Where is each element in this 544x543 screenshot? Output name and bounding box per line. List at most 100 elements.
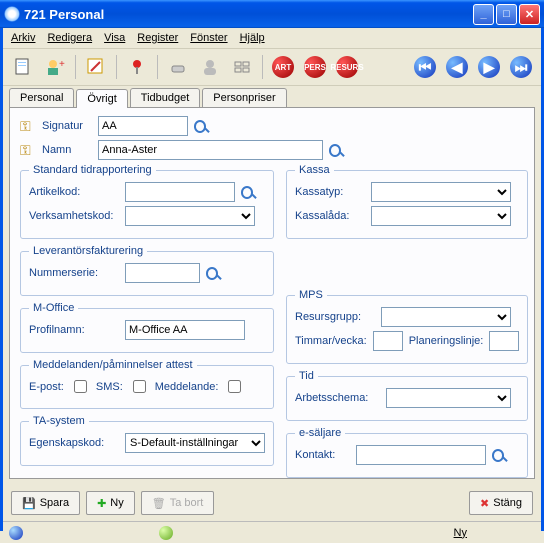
sms-label: SMS:: [96, 381, 123, 393]
egenskapskod-select[interactable]: S-Default-inställningar: [125, 433, 265, 453]
profilnamn-label: Profilnamn:: [29, 324, 119, 336]
edit-icon[interactable]: [82, 53, 110, 81]
status-dot-green: [159, 526, 173, 540]
kassatyp-select[interactable]: [371, 182, 511, 202]
planeringslinje-label: Planeringslinje:: [409, 335, 484, 347]
epost-checkbox[interactable]: [74, 380, 87, 393]
verksamhetskod-select[interactable]: [125, 206, 255, 226]
nummerserie-label: Nummerserie:: [29, 267, 119, 279]
eraser-icon[interactable]: [164, 53, 192, 81]
group-meddelanden: Meddelanden/påminnelser attest E-post: S…: [20, 359, 274, 409]
menu-fonster[interactable]: Fönster: [190, 32, 227, 44]
meddelande-label: Meddelande:: [155, 381, 219, 393]
legend-ta: TA-system: [29, 415, 89, 427]
tab-personpriser[interactable]: Personpriser: [202, 88, 286, 107]
group-tid: Tid Arbetsschema:: [286, 370, 528, 421]
arbetsschema-select[interactable]: [386, 388, 511, 408]
egenskapskod-label: Egenskapskod:: [29, 437, 119, 449]
resursgrupp-label: Resursgrupp:: [295, 311, 375, 323]
profilnamn-input[interactable]: [125, 320, 245, 340]
menu-hjalp[interactable]: Hjälp: [240, 32, 265, 44]
person-grey-icon[interactable]: [196, 53, 224, 81]
tab-content: ⚿ Signatur ⚿ Namn Standard tidrapporteri…: [9, 107, 535, 479]
namn-input[interactable]: [98, 140, 323, 160]
trash-icon: 🗑: [152, 497, 166, 510]
namn-search-icon[interactable]: [329, 141, 347, 159]
add-person-icon[interactable]: +: [41, 53, 69, 81]
legend-mps: MPS: [295, 289, 327, 301]
maximize-button[interactable]: □: [496, 4, 517, 25]
menu-arkiv[interactable]: Arkiv: [11, 32, 35, 44]
group-m-office: M-Office Profilnamn:: [20, 302, 274, 353]
nav-next-icon[interactable]: ▶: [475, 53, 503, 81]
verksamhetskod-label: Verksamhetskod:: [29, 210, 119, 222]
kassalada-label: Kassalåda:: [295, 210, 365, 222]
save-label: Spara: [40, 497, 69, 509]
badge-resurs[interactable]: RESURS: [333, 53, 361, 81]
group-leverantorsfakturering: Leverantörsfakturering Nummerserie:: [20, 245, 274, 296]
close-button[interactable]: ✕: [519, 4, 540, 25]
signatur-search-icon[interactable]: [194, 117, 212, 135]
legend-kassa: Kassa: [295, 164, 334, 176]
delete-button: 🗑 Ta bort: [141, 491, 215, 515]
kassatyp-label: Kassatyp:: [295, 186, 365, 198]
delete-label: Ta bort: [170, 497, 204, 509]
tab-tidbudget[interactable]: Tidbudget: [130, 88, 201, 107]
grid-icon[interactable]: [228, 53, 256, 81]
arbetsschema-label: Arbetsschema:: [295, 392, 380, 404]
epost-label: E-post:: [29, 381, 64, 393]
legend-lev: Leverantörsfakturering: [29, 245, 147, 257]
meddelande-checkbox[interactable]: [228, 380, 241, 393]
key-icon-2: ⚿: [20, 142, 36, 158]
nummerserie-input[interactable]: [125, 263, 200, 283]
pin-icon[interactable]: [123, 53, 151, 81]
group-ta-system: TA-system Egenskapskod: S-Default-instäl…: [20, 415, 274, 466]
statusbar: Ny: [3, 521, 541, 543]
kassalada-select[interactable]: [371, 206, 511, 226]
timmar-input[interactable]: [373, 331, 403, 351]
nav-prev-icon[interactable]: ◀: [443, 53, 471, 81]
status-ny[interactable]: Ny: [454, 527, 467, 539]
titlebar: 721 Personal _ □ ✕: [0, 0, 544, 28]
plus-icon: ✚: [97, 497, 106, 510]
new-button[interactable]: ✚ Ny: [86, 491, 135, 515]
menu-register[interactable]: Register: [137, 32, 178, 44]
nav-last-icon[interactable]: ⏭: [507, 53, 535, 81]
group-mps: MPS Resursgrupp: Timmar/vecka: Planering…: [286, 289, 528, 364]
sms-checkbox[interactable]: [133, 380, 146, 393]
x-icon: ✖: [480, 497, 489, 510]
floppy-icon: 💾: [22, 497, 36, 510]
badge-pers[interactable]: PERS: [301, 53, 329, 81]
group-kassa: Kassa Kassatyp: Kassalåda:: [286, 164, 528, 239]
new-label: Ny: [110, 497, 123, 509]
kontakt-label: Kontakt:: [295, 449, 350, 461]
close-dialog-button[interactable]: ✖ Stäng: [469, 491, 533, 515]
app-icon: [4, 6, 20, 22]
legend-medd: Meddelanden/påminnelser attest: [29, 359, 197, 371]
planeringslinje-input[interactable]: [489, 331, 519, 351]
legend-moffice: M-Office: [29, 302, 78, 314]
menu-redigera[interactable]: Redigera: [47, 32, 92, 44]
window-title: 721 Personal: [24, 7, 473, 22]
badge-art[interactable]: ART: [269, 53, 297, 81]
nummerserie-search-icon[interactable]: [206, 264, 224, 282]
namn-label: Namn: [42, 144, 92, 156]
tab-personal[interactable]: Personal: [9, 88, 74, 107]
artikelkod-search-icon[interactable]: [241, 183, 259, 201]
artikelkod-input[interactable]: [125, 182, 235, 202]
status-dot-blue: [9, 526, 23, 540]
nav-first-icon[interactable]: ⏮: [411, 53, 439, 81]
close-label: Stäng: [493, 497, 522, 509]
kontakt-input[interactable]: [356, 445, 486, 465]
menu-visa[interactable]: Visa: [104, 32, 125, 44]
resursgrupp-select[interactable]: [381, 307, 511, 327]
artikelkod-label: Artikelkod:: [29, 186, 119, 198]
new-doc-icon[interactable]: [9, 53, 37, 81]
minimize-button[interactable]: _: [473, 4, 494, 25]
save-button[interactable]: 💾 Spara: [11, 491, 80, 515]
kontakt-search-icon[interactable]: [492, 446, 510, 464]
group-esaljare: e-säljare Kontakt:: [286, 427, 528, 478]
signatur-input[interactable]: [98, 116, 188, 136]
svg-text:+: +: [59, 59, 65, 70]
tab-ovrigt[interactable]: Övrigt: [76, 89, 127, 108]
